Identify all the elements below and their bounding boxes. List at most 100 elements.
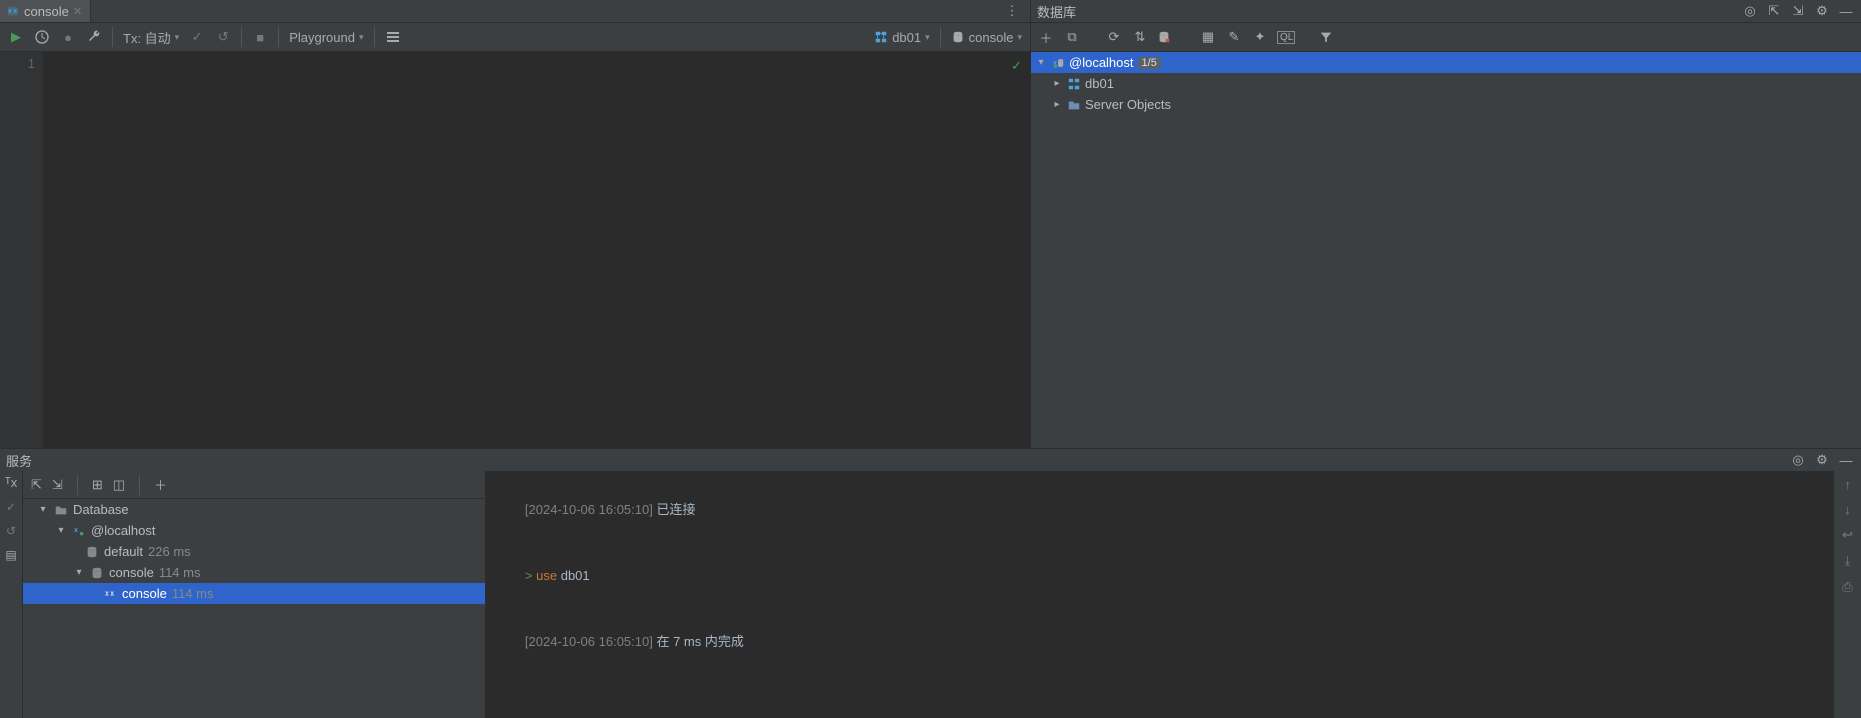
tree-node-console-child[interactable]: console 114 ms <box>23 583 485 604</box>
target-icon[interactable]: ◎ <box>1741 3 1759 19</box>
separator <box>112 27 113 47</box>
commit-icon[interactable]: ✓ <box>6 500 16 514</box>
separator <box>77 475 78 495</box>
expand-all-icon[interactable]: ⇱ <box>31 477 42 493</box>
commit-icon[interactable]: ✓ <box>185 25 209 49</box>
separator <box>278 27 279 47</box>
database-toolbar: ＋ ⧉ ⟳ ⇅ ▦ ✎ ✦ QL <box>1031 22 1861 52</box>
session-icon <box>85 545 99 559</box>
gear-icon[interactable]: ⚙ <box>1813 3 1831 19</box>
services-tree-toolbar: ⇱ ⇲ ⊞ ◫ ＋ <box>23 471 485 499</box>
tx-icon[interactable]: Tx <box>5 475 18 490</box>
chevron-down-icon[interactable]: ▾ <box>73 567 85 578</box>
output-console[interactable]: [2024-10-06 16:05:10] 已连接 > use db01 [20… <box>486 471 1861 718</box>
panel-title: 服务 <box>6 451 1789 470</box>
tree-node-time: 114 ms <box>172 586 214 601</box>
refresh-icon[interactable]: ⟳ <box>1105 29 1123 45</box>
add-icon[interactable]: ＋ <box>1037 28 1055 47</box>
cancel-icon[interactable]: ■ <box>248 25 272 49</box>
window-icon[interactable]: ◫ <box>113 477 125 493</box>
tab-console[interactable]: console ✕ <box>0 0 91 22</box>
chevron-down-icon[interactable]: ▾ <box>37 504 49 515</box>
tree-node-host[interactable]: ▾ @localhost 1/5 <box>1031 52 1861 73</box>
console-dropdown[interactable]: console ▾ <box>947 25 1026 49</box>
copy-icon[interactable]: ⧉ <box>1063 29 1081 45</box>
target-icon[interactable]: ◎ <box>1789 452 1807 468</box>
gear-icon[interactable]: ⚙ <box>1813 452 1831 468</box>
run-button[interactable]: ▶ <box>4 25 28 49</box>
datasource-icon <box>72 524 86 538</box>
layout-icon[interactable]: ▤ <box>5 548 16 562</box>
folder-icon <box>54 503 68 517</box>
tree-node-time: 114 ms <box>159 565 201 580</box>
sql-file-icon <box>103 587 117 601</box>
table-icon[interactable]: ▦ <box>1199 29 1217 45</box>
scroll-end-icon[interactable]: ⤓ <box>1845 553 1851 569</box>
stop-icon[interactable]: ● <box>56 25 80 49</box>
output-timestamp: [2024-10-06 16:05:10] <box>525 502 653 517</box>
edit-icon[interactable]: ✎ <box>1225 29 1243 45</box>
database-panel-header: 数据库 ◎ ⇱ ⇲ ⚙ — <box>1031 0 1861 22</box>
schema-icon <box>1067 77 1081 91</box>
chevron-down-icon[interactable]: ▾ <box>1035 57 1047 68</box>
tab-more-icon[interactable]: ⋮ <box>1000 0 1024 23</box>
rollback-icon[interactable]: ↺ <box>211 25 235 49</box>
services-tree-pane: ⇱ ⇲ ⊞ ◫ ＋ ▾ Database ▾ @localhost <box>23 471 486 718</box>
tree-node-label: Database <box>73 502 129 517</box>
key-icon[interactable]: ✦ <box>1251 29 1269 45</box>
tree-node-host[interactable]: ▾ @localhost <box>23 520 485 541</box>
tree-node-database[interactable]: ▾ Database <box>23 499 485 520</box>
line-number: 1 <box>0 56 35 71</box>
tree-node-label: @localhost <box>1069 55 1134 70</box>
rollback-icon[interactable]: ↺ <box>6 524 16 538</box>
check-ok-icon: ✓ <box>1011 58 1022 74</box>
tree-node-server-objects[interactable]: ▸ Server Objects <box>1031 94 1861 115</box>
down-icon[interactable]: ↓ <box>1844 502 1851 517</box>
close-icon[interactable]: ✕ <box>73 5 82 18</box>
tree-node-console[interactable]: ▾ console 114 ms <box>23 562 485 583</box>
sync-icon[interactable]: ⇅ <box>1131 29 1149 45</box>
output-text: 在 7 ms 内完成 <box>656 634 743 649</box>
separator <box>374 27 375 47</box>
settings-icon[interactable] <box>381 25 405 49</box>
hide-icon[interactable]: — <box>1837 4 1855 19</box>
tree-node-db01[interactable]: ▸ db01 <box>1031 73 1861 94</box>
output-timestamp: [2024-10-06 16:05:10] <box>525 634 653 649</box>
grid-icon[interactable]: ⊞ <box>92 477 103 493</box>
separator <box>241 27 242 47</box>
wrap-icon[interactable]: ↩ <box>1842 527 1853 543</box>
database-panel: 数据库 ◎ ⇱ ⇲ ⚙ — ＋ ⧉ ⟳ ⇅ ▦ ✎ ✦ QL <box>1031 0 1861 448</box>
output-keyword: use <box>536 568 557 583</box>
tree-node-label: console <box>109 565 154 580</box>
wrench-icon[interactable] <box>82 25 106 49</box>
chevron-right-icon[interactable]: ▸ <box>1051 78 1063 89</box>
tx-mode-dropdown[interactable]: Tx: 自动 ▾ <box>119 25 183 49</box>
filter-icon[interactable] <box>1319 30 1337 44</box>
separator <box>940 27 941 47</box>
playground-dropdown[interactable]: Playground ▾ <box>285 25 367 49</box>
expand-icon[interactable]: ⇱ <box>1765 3 1783 19</box>
tree-node-default[interactable]: default 226 ms <box>23 541 485 562</box>
history-icon[interactable] <box>30 25 54 49</box>
editor-toolbar: ▶ ● Tx: 自动 ▾ ✓ ↺ ■ Playground ▾ <box>0 22 1030 52</box>
schema-icon <box>874 30 888 44</box>
sql-file-icon <box>6 4 20 18</box>
hide-icon[interactable]: — <box>1837 453 1855 468</box>
datasource-icon <box>951 30 965 44</box>
chevron-down-icon[interactable]: ▾ <box>55 525 67 536</box>
code-editor[interactable] <box>44 52 1030 448</box>
stop-db-icon[interactable] <box>1157 30 1175 44</box>
chevron-down-icon: ▾ <box>359 32 364 43</box>
editor-body: 1 ✓ <box>0 52 1030 448</box>
output-identifier: db01 <box>561 568 590 583</box>
sql-icon[interactable]: QL <box>1277 31 1295 44</box>
chevron-right-icon[interactable]: ▸ <box>1051 99 1063 110</box>
output-prompt: > <box>525 568 533 583</box>
add-icon[interactable]: ＋ <box>154 475 167 494</box>
print-icon[interactable]: ⎙ <box>1842 579 1852 595</box>
up-icon[interactable]: ↑ <box>1844 477 1851 492</box>
schema-dropdown[interactable]: db01 ▾ <box>870 25 933 49</box>
collapse-icon[interactable]: ⇲ <box>1789 3 1807 19</box>
collapse-all-icon[interactable]: ⇲ <box>52 477 63 493</box>
schema-count-badge: 1/5 <box>1138 57 1161 69</box>
